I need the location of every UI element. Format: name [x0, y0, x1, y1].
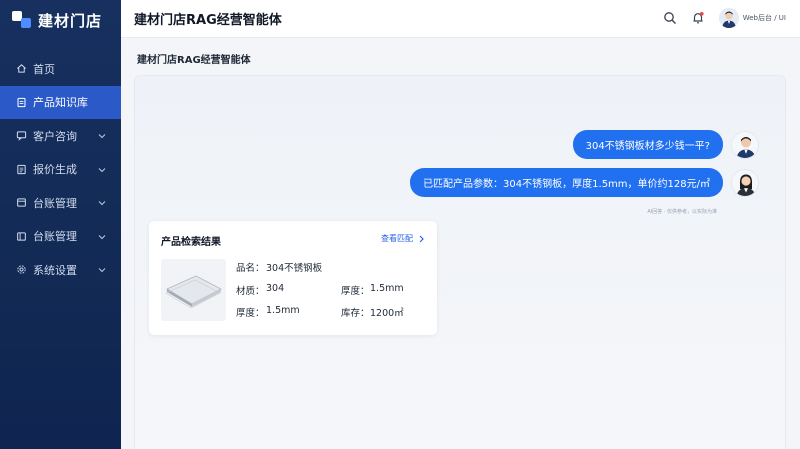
user-avatar [731, 130, 759, 159]
user-name: Web后台 / UI [742, 14, 786, 22]
header-actions: Web后台 / UI [663, 8, 786, 28]
app-logo[interactable]: 建材门店 [0, 0, 121, 40]
chat-icon [16, 131, 27, 142]
product-thumbnail [161, 259, 226, 321]
user-menu[interactable]: Web后台 / UI [718, 8, 786, 28]
search-icon[interactable] [663, 11, 677, 25]
chevron-down-icon [98, 134, 106, 139]
chevron-down-icon [98, 167, 106, 172]
ai-message-bubble: 已匹配产品参数：304不锈钢板，厚度1.5mm，单价约128元/㎡ [410, 168, 723, 197]
sidebar-item-ledger[interactable]: 台账管理 [0, 186, 121, 220]
stock-value: 1200㎡ [370, 308, 404, 319]
chevron-right-icon [419, 235, 424, 242]
material-value: 304 [266, 283, 285, 294]
sidebar-item-label: 产品知识库 [33, 96, 88, 110]
thickness-value-2: 1.5mm [266, 305, 300, 316]
sidebar-item-label: 客户咨询 [33, 129, 77, 143]
product-result-card: 产品检索结果 查看匹配 品名： 304不锈钢板 材质： 304 厚度： 1.5m… [149, 221, 437, 335]
view-match-link[interactable]: 查看匹配 [381, 233, 425, 244]
view-match-label: 查看匹配 [381, 234, 413, 243]
user-message-row: 304不锈钢板材多少钱一平? [572, 130, 759, 159]
chat-panel: 304不锈钢板材多少钱一平? 已匹配产品参数：304不锈钢板，厚度1.5mm，单… [134, 75, 786, 449]
thickness-value: 1.5mm [370, 283, 404, 294]
sidebar-item-home[interactable]: 首页 [0, 52, 121, 86]
sidebar-item-ledger-2[interactable]: 台账管理 [0, 220, 121, 254]
sidebar: 建材门店 首页 产品知识库 客户咨询 报价生成 台账管理 台账管理 系统设置 [0, 0, 121, 449]
sidebar-item-quote[interactable]: 报价生成 [0, 153, 121, 187]
avatar [718, 8, 739, 28]
sidebar-nav: 首页 产品知识库 客户咨询 报价生成 台账管理 台账管理 系统设置 [0, 52, 121, 287]
app-title: 建材门店RAG经营智能体 [134, 13, 282, 28]
logo-text: 建材门店 [38, 11, 103, 30]
ai-message-row: 已匹配产品参数：304不锈钢板，厚度1.5mm，单价约128元/㎡ [410, 168, 759, 197]
bell-icon[interactable] [691, 11, 705, 25]
product-name-value: 304不锈钢板 [266, 263, 323, 274]
chevron-down-icon [98, 268, 106, 273]
card-title: 产品检索结果 [161, 237, 221, 248]
logo-icon [12, 11, 32, 29]
sidebar-item-label: 报价生成 [33, 163, 77, 177]
sidebar-item-label: 首页 [33, 62, 55, 76]
page-title: 建材门店RAG经营智能体 [137, 54, 251, 66]
stock-label: 库存： [341, 308, 370, 319]
thickness-label-2: 厚度： [236, 308, 265, 319]
home-icon [17, 64, 26, 73]
sidebar-item-knowledge-base[interactable]: 产品知识库 [0, 85, 121, 119]
sidebar-item-settings[interactable]: 系统设置 [0, 253, 121, 287]
assistant-avatar [731, 168, 759, 197]
user-message-bubble: 304不锈钢板材多少钱一平? [572, 130, 723, 159]
chevron-down-icon [98, 201, 106, 206]
document-icon [17, 97, 26, 107]
top-header: 建材门店RAG经营智能体 Web后台 / UI [121, 0, 800, 38]
chevron-down-icon [98, 234, 106, 239]
ai-footnote: AI回答 · 仅供参考，以实际为准 [647, 209, 717, 215]
sidebar-item-label: 台账管理 [33, 196, 77, 210]
product-name-label: 品名： [236, 263, 265, 274]
ledger-icon [17, 198, 26, 207]
sidebar-item-label: 系统设置 [33, 263, 77, 277]
main-content: 建材门店RAG经营智能体 304不锈钢板材多少钱一平? 已匹配产品参数：304不… [121, 38, 800, 449]
sidebar-item-label: 台账管理 [33, 230, 77, 244]
ledger-icon [17, 232, 26, 241]
thickness-label: 厚度： [341, 286, 370, 297]
gear-icon [17, 265, 26, 274]
quote-icon [17, 164, 26, 174]
sidebar-item-customer-consult[interactable]: 客户咨询 [0, 119, 121, 153]
material-label: 材质： [236, 286, 265, 297]
